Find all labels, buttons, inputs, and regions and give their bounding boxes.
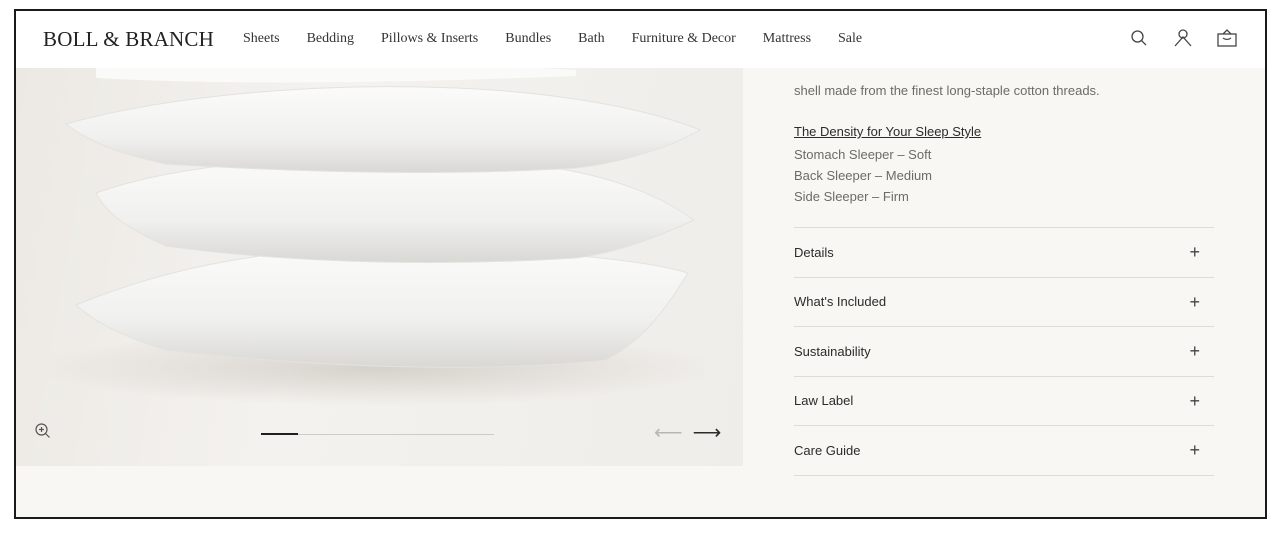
account-icon[interactable] xyxy=(1171,26,1195,50)
accordion-label: Law Label xyxy=(794,393,854,409)
accordion-care-guide[interactable]: Care Guide + xyxy=(794,426,1214,476)
nav-item-bedding[interactable]: Bedding xyxy=(307,31,354,47)
brand-logo[interactable]: BOLL & BRANCH xyxy=(43,27,214,52)
plus-icon[interactable]: + xyxy=(1189,293,1200,311)
accordion-details[interactable]: Details + xyxy=(794,228,1214,278)
sleep-style-item: Stomach Sleeper – Soft xyxy=(794,147,932,162)
nav-item-furniture-decor[interactable]: Furniture & Decor xyxy=(632,31,736,47)
plus-icon[interactable]: + xyxy=(1189,441,1200,459)
product-image-gallery[interactable]: ⟵ ⟶ xyxy=(16,68,743,466)
browser-viewport: BOLL & BRANCH Sheets Bedding Pillows & I… xyxy=(14,9,1267,519)
sleep-style-item: Back Sleeper – Medium xyxy=(794,168,933,183)
nav-item-bath[interactable]: Bath xyxy=(578,31,604,47)
product-details-panel: shell made from the finest long-staple c… xyxy=(794,68,1214,476)
sleep-style-list: Stomach Sleeper – Soft Back Sleeper – Me… xyxy=(794,144,1214,207)
accordion-label: Details xyxy=(794,244,834,260)
arrow-left-icon[interactable]: ⟵ xyxy=(654,423,683,443)
nav-item-bundles[interactable]: Bundles xyxy=(505,31,551,47)
slide-progress-fill xyxy=(261,433,299,435)
nav-item-mattress[interactable]: Mattress xyxy=(763,31,811,47)
nav-item-pillows-inserts[interactable]: Pillows & Inserts xyxy=(381,31,478,47)
stacked-pillows-image xyxy=(36,68,716,406)
plus-icon[interactable]: + xyxy=(1189,392,1200,410)
nav-item-sale[interactable]: Sale xyxy=(838,31,862,47)
zoom-icon[interactable] xyxy=(34,422,54,442)
plus-icon[interactable]: + xyxy=(1189,243,1200,261)
accordion-law-label[interactable]: Law Label + xyxy=(794,377,1214,426)
plus-icon[interactable]: + xyxy=(1189,342,1200,360)
product-description: shell made from the finest long-staple c… xyxy=(794,83,1100,98)
main-nav: Sheets Bedding Pillows & Inserts Bundles… xyxy=(243,31,889,47)
accordion-label: What's Included xyxy=(794,294,887,310)
product-info-accordion: Details + What's Included + Sustainabili… xyxy=(794,227,1214,476)
accordion-label: Sustainability xyxy=(794,343,871,359)
slide-progress-bar[interactable] xyxy=(261,433,494,435)
accordion-whats-included[interactable]: What's Included + xyxy=(794,278,1214,327)
gallery-arrows: ⟵ ⟶ xyxy=(654,423,721,443)
accordion-sustainability[interactable]: Sustainability + xyxy=(794,327,1214,377)
bag-icon[interactable] xyxy=(1215,26,1239,50)
sleep-style-item: Side Sleeper – Firm xyxy=(794,189,909,204)
density-sleep-style-link[interactable]: The Density for Your Sleep Style xyxy=(794,124,981,139)
header-actions xyxy=(1127,26,1239,50)
arrow-right-icon[interactable]: ⟶ xyxy=(693,423,722,443)
nav-item-sheets[interactable]: Sheets xyxy=(243,31,280,47)
search-icon[interactable] xyxy=(1127,26,1151,50)
site-header: BOLL & BRANCH Sheets Bedding Pillows & I… xyxy=(16,11,1265,68)
accordion-label: Care Guide xyxy=(794,442,861,458)
